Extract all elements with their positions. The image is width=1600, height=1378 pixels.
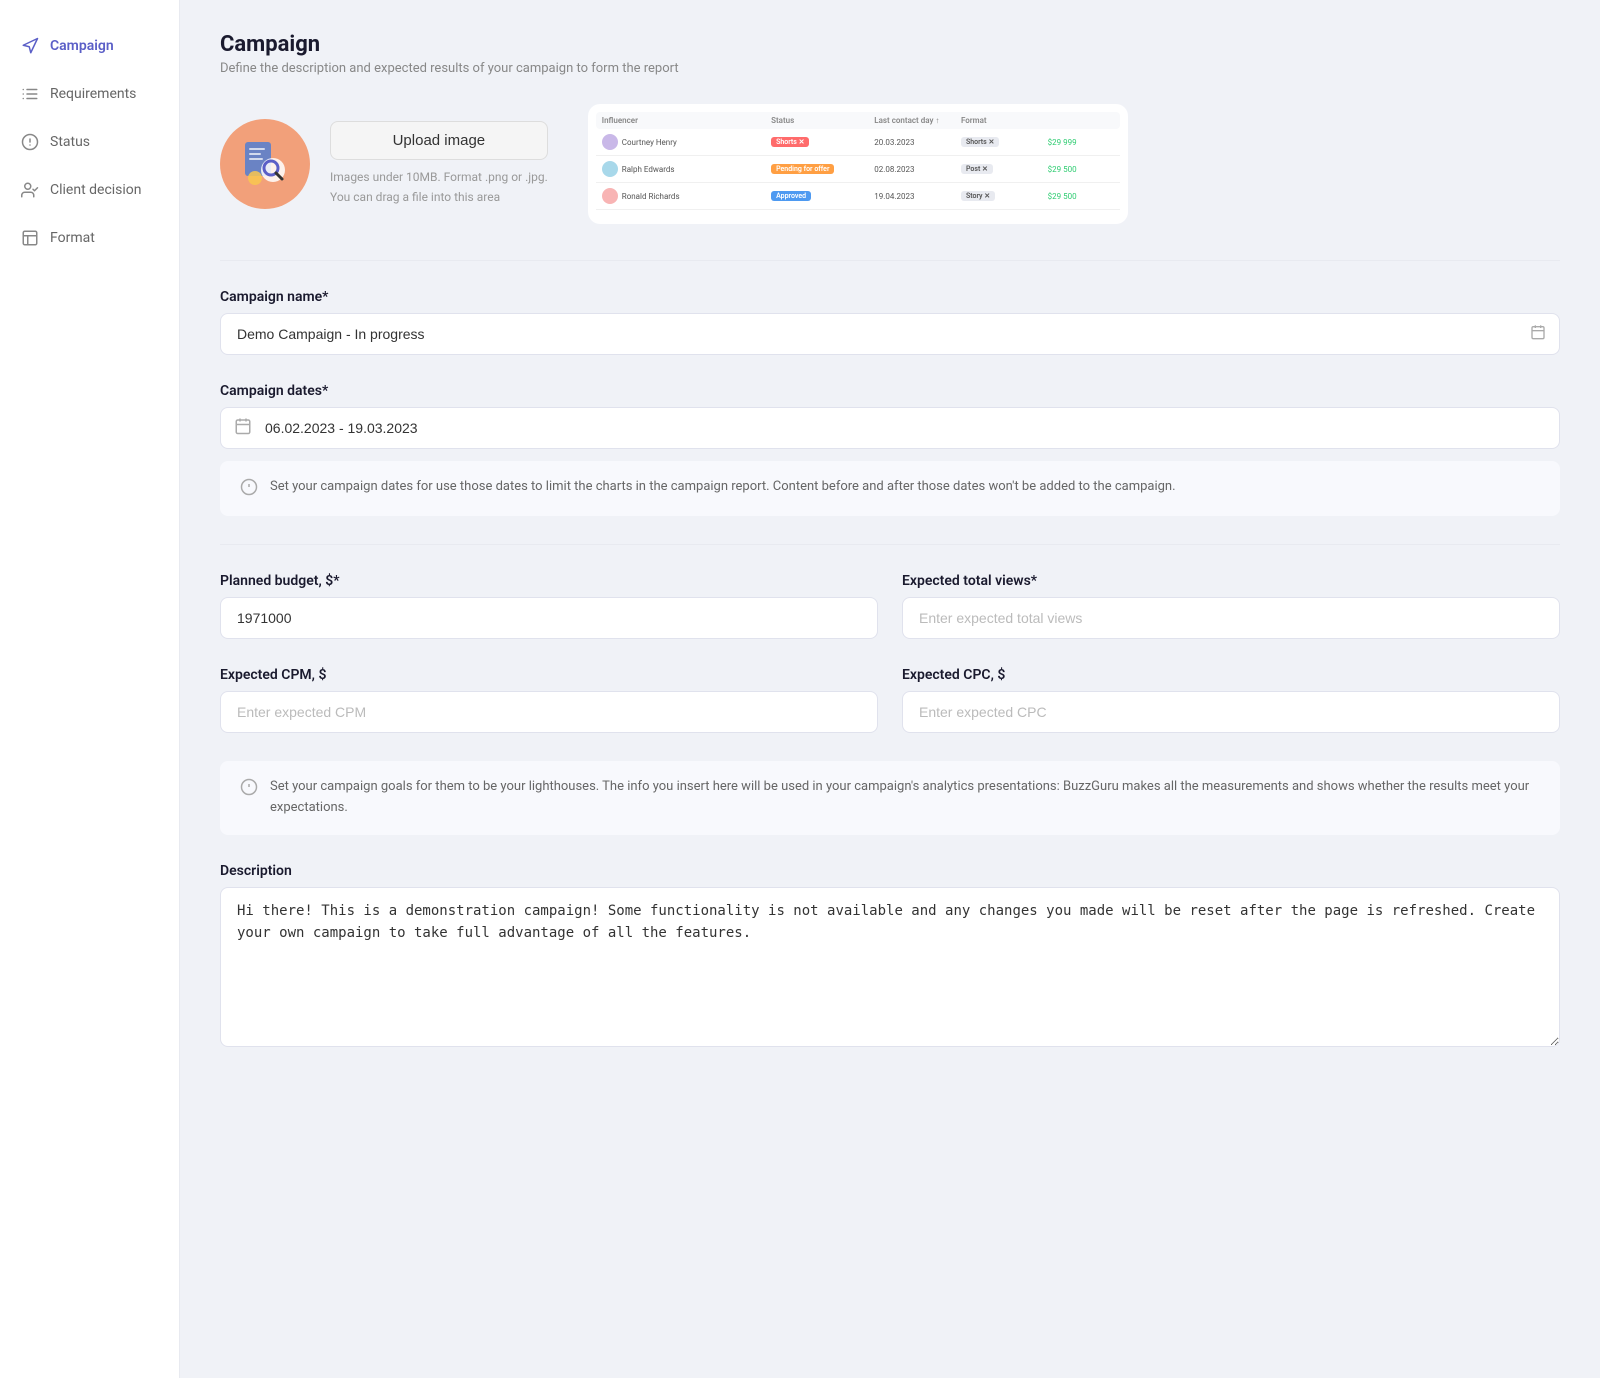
description-label: Description xyxy=(220,863,1560,879)
campaign-preview: 🎵 📊 📣 📱 💜 Influencer Status Last contact… xyxy=(588,104,1128,224)
table-row: Ralph Edwards Pending for offer 02.08.20… xyxy=(596,156,1120,183)
upload-hint: Images under 10MB. Format .png or .jpg. … xyxy=(330,168,548,206)
planned-budget-input[interactable] xyxy=(220,597,878,639)
table-row: Courtney Henry Shorts ✕ 20.03.2023 Short… xyxy=(596,129,1120,156)
page-title: Campaign xyxy=(220,32,1560,57)
sidebar: Campaign Requirements Status Client deci… xyxy=(0,0,180,1378)
megaphone-icon xyxy=(20,36,40,56)
expected-cpc-field: Expected CPC, $ xyxy=(902,667,1560,733)
dates-info-text: Set your campaign dates for use those da… xyxy=(270,477,1176,498)
user-check-icon xyxy=(20,180,40,200)
planned-budget-label: Planned budget, $* xyxy=(220,573,878,589)
expected-cpm-field: Expected CPM, $ xyxy=(220,667,878,733)
campaign-name-label: Campaign name* xyxy=(220,289,1560,305)
expected-cpm-label: Expected CPM, $ xyxy=(220,667,878,683)
sidebar-label-campaign: Campaign xyxy=(50,38,114,54)
campaign-name-section: Campaign name* xyxy=(220,289,1560,355)
campaign-name-field-wrapper xyxy=(220,313,1560,355)
campaign-dates-section: Campaign dates* Set your campaign dates … xyxy=(220,383,1560,516)
expected-views-label: Expected total views* xyxy=(902,573,1560,589)
campaign-name-input[interactable] xyxy=(220,313,1560,355)
calendar-icon xyxy=(1530,324,1546,344)
goals-info-text: Set your campaign goals for them to be y… xyxy=(270,777,1540,819)
upload-area: Upload image Images under 10MB. Format .… xyxy=(220,119,548,209)
sidebar-label-client-decision: Client decision xyxy=(50,182,142,198)
expected-views-input[interactable] xyxy=(902,597,1560,639)
section-divider-1 xyxy=(220,260,1560,261)
campaign-dates-label: Campaign dates* xyxy=(220,383,1560,399)
description-section: Description xyxy=(220,863,1560,1051)
sidebar-item-client-decision[interactable]: Client decision xyxy=(0,168,179,212)
sidebar-item-requirements[interactable]: Requirements xyxy=(0,72,179,116)
preview-table: Influencer Status Last contact day ↑ For… xyxy=(588,104,1128,224)
campaign-dates-field-wrapper xyxy=(220,407,1560,449)
table-row: Ronald Richards Approved 19.04.2023 Stor… xyxy=(596,183,1120,210)
section-divider-2 xyxy=(220,544,1560,545)
sidebar-label-requirements: Requirements xyxy=(50,86,136,102)
upload-image-button[interactable]: Upload image xyxy=(330,121,548,160)
sidebar-item-status[interactable]: Status xyxy=(0,120,179,164)
sidebar-label-format: Format xyxy=(50,230,95,246)
expected-cpm-input[interactable] xyxy=(220,691,878,733)
upload-preview-section: Upload image Images under 10MB. Format .… xyxy=(220,104,1560,224)
campaign-avatar xyxy=(220,119,310,209)
description-textarea[interactable] xyxy=(220,887,1560,1047)
goals-info-icon xyxy=(240,778,258,800)
campaign-dates-input[interactable] xyxy=(220,407,1560,449)
page-subtitle: Define the description and expected resu… xyxy=(220,61,1560,76)
sidebar-item-campaign[interactable]: Campaign xyxy=(0,24,179,68)
main-content: Campaign Define the description and expe… xyxy=(180,0,1600,1378)
sidebar-label-status: Status xyxy=(50,134,90,150)
goals-info-box: Set your campaign goals for them to be y… xyxy=(220,761,1560,835)
expected-views-field: Expected total views* xyxy=(902,573,1560,639)
upload-info: Upload image Images under 10MB. Format .… xyxy=(330,121,548,206)
budget-views-section: Planned budget, $* Expected total views* xyxy=(220,573,1560,639)
layout-icon xyxy=(20,228,40,248)
planned-budget-field: Planned budget, $* xyxy=(220,573,878,639)
expected-cpc-label: Expected CPC, $ xyxy=(902,667,1560,683)
sidebar-item-format[interactable]: Format xyxy=(0,216,179,260)
dates-info-box: Set your campaign dates for use those da… xyxy=(220,461,1560,516)
info-icon xyxy=(240,478,258,500)
list-icon xyxy=(20,84,40,104)
expected-cpc-input[interactable] xyxy=(902,691,1560,733)
cpm-cpc-section: Expected CPM, $ Expected CPC, $ xyxy=(220,667,1560,733)
avatar-illustration xyxy=(235,134,295,194)
zap-icon xyxy=(20,132,40,152)
preview-table-header: Influencer Status Last contact day ↑ For… xyxy=(596,112,1120,129)
date-range-icon xyxy=(234,417,252,439)
